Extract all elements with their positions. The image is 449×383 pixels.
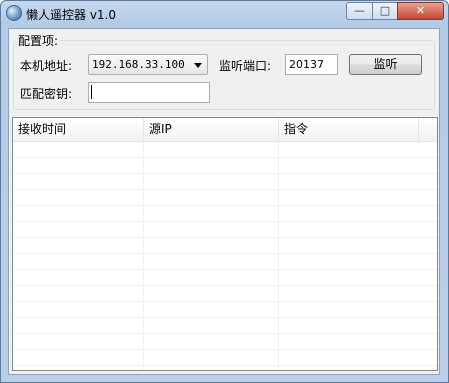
listen-port-input[interactable] (285, 54, 338, 75)
column-divider (278, 142, 279, 370)
column-divider (143, 142, 144, 370)
listen-button[interactable]: 监听 (349, 54, 422, 75)
client-area: 配置项: 本机地址: 192.168.33.100 监听端口: 监听 匹配密钥:… (8, 28, 440, 375)
message-list[interactable]: 接收时间 源IP 指令 (12, 117, 438, 371)
local-address-select[interactable]: 192.168.33.100 (88, 54, 208, 75)
local-address-value: 192.168.33.100 (92, 58, 185, 71)
listen-port-label: 监听端口: (219, 59, 272, 73)
config-groupbox (13, 40, 435, 110)
app-window: 懒人遥控器 v1.0 — □ ✕ 配置项: 本机地址: 192.168.33.1… (0, 0, 449, 383)
title-bar[interactable]: 懒人遥控器 v1.0 — □ ✕ (1, 1, 448, 25)
column-header-time[interactable]: 接收时间 (13, 118, 144, 141)
column-header-command[interactable]: 指令 (279, 118, 419, 141)
close-button[interactable]: ✕ (397, 2, 444, 20)
maximize-button[interactable]: □ (372, 2, 398, 20)
minimize-button[interactable]: — (346, 2, 373, 20)
column-header-source-ip[interactable]: 源IP (144, 118, 279, 141)
chevron-down-icon (194, 63, 202, 68)
app-icon (6, 5, 22, 21)
window-title: 懒人遥控器 v1.0 (26, 8, 117, 22)
config-group-label: 配置项: (16, 32, 61, 49)
key-label: 匹配密钥: (20, 87, 73, 101)
text-caret (91, 85, 92, 99)
local-address-label: 本机地址: (20, 59, 73, 73)
list-body[interactable] (13, 142, 437, 370)
list-header: 接收时间 源IP 指令 (13, 118, 437, 142)
key-input[interactable] (88, 82, 210, 103)
